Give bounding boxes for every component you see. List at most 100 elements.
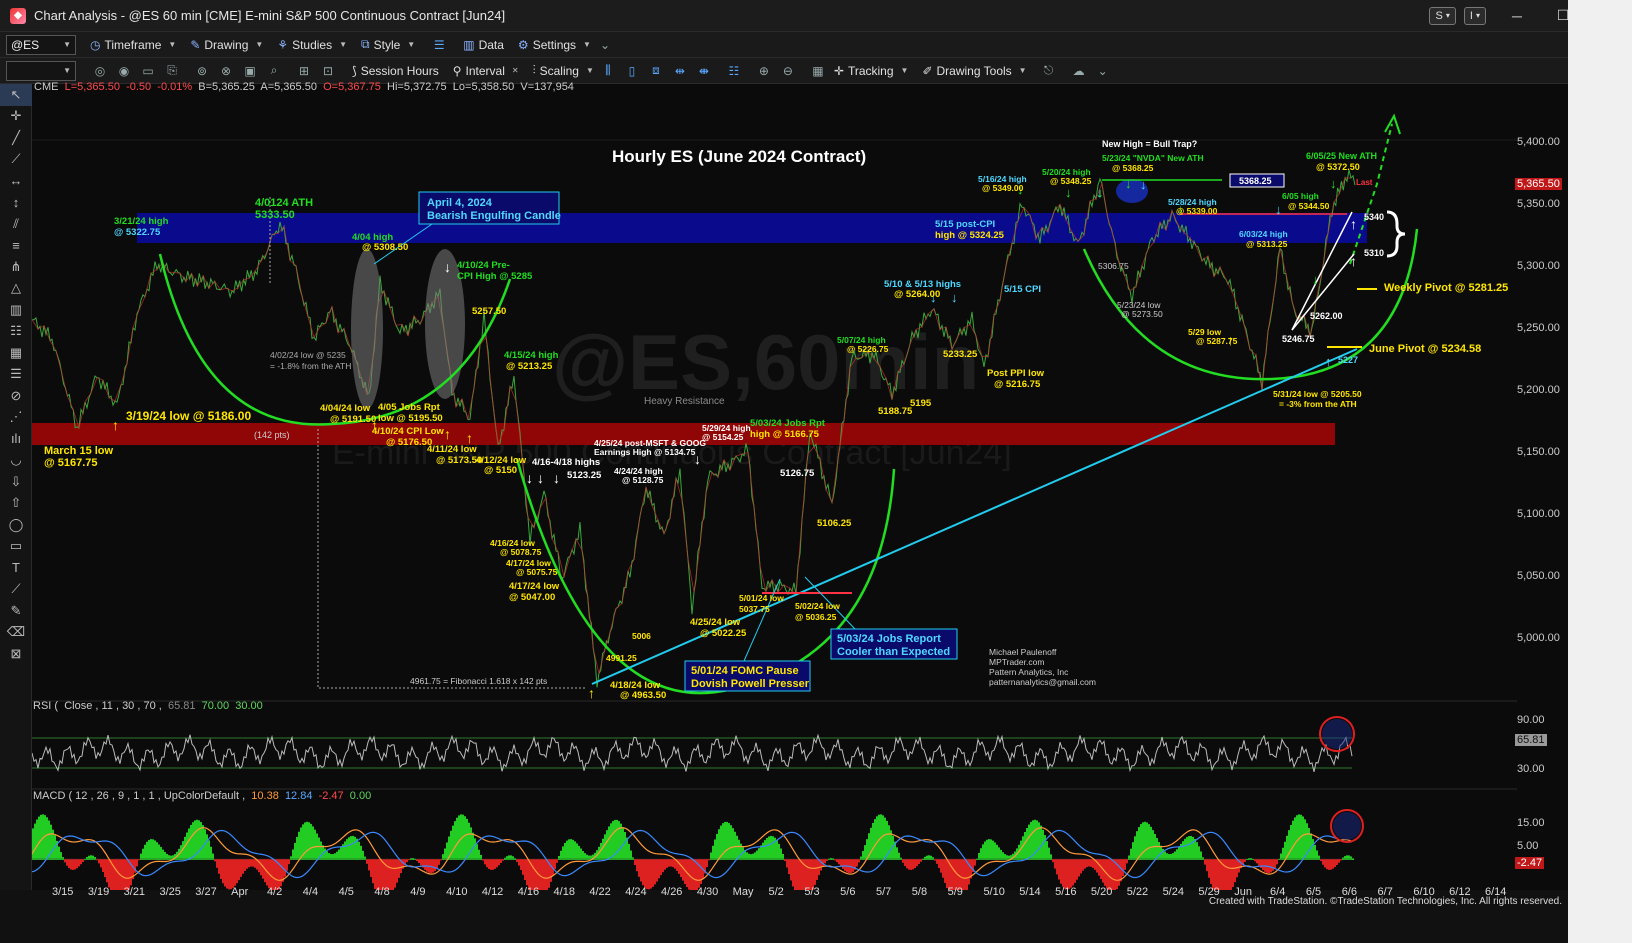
expand-icon[interactable]: ⇹ xyxy=(670,61,690,81)
arc-icon[interactable]: ◡ xyxy=(0,450,32,472)
time-axis[interactable]: 3/15 3/19 3/21 3/25 3/27 Apr 4/2 4/4 4/5 4/8 4/9 4/… xyxy=(0,886,1568,943)
zoom-out-icon[interactable]: ⊖ xyxy=(778,61,798,81)
macd-histogram-bar xyxy=(646,859,648,890)
macd-histogram-bar xyxy=(842,859,844,869)
pitchfork-icon[interactable]: ⋔ xyxy=(0,256,32,278)
list-icon[interactable]: ☰ xyxy=(0,364,32,386)
refresh-icon[interactable]: ◉ xyxy=(114,61,134,81)
channel-icon[interactable]: ⫽ xyxy=(0,213,32,235)
horizontal-line-icon[interactable]: ↔ xyxy=(0,170,32,192)
minimize-button[interactable]: ─ xyxy=(1494,0,1540,32)
ruler-icon[interactable]: ⟋ xyxy=(0,579,32,601)
macd-histogram-bar xyxy=(1138,827,1140,860)
i-menu-button[interactable]: I ▾ xyxy=(1463,6,1486,25)
chart-area[interactable]: @ES,60min E-mini S&P 500 Continuous Cont… xyxy=(31,84,1517,904)
macd-histogram-bar xyxy=(780,848,782,860)
edit-icon[interactable]: ✎ xyxy=(0,600,32,622)
overflow-icon[interactable]: ⌄ xyxy=(595,35,615,55)
svg-text:↓: ↓ xyxy=(1312,272,1319,287)
s-menu-button[interactable]: S ▾ xyxy=(1429,6,1456,25)
author-email: patternanalytics@gmail.com xyxy=(989,677,1096,687)
crosshair-grid-icon[interactable]: ▦ xyxy=(808,61,828,81)
macd-histogram-bar xyxy=(498,859,500,866)
text-icon[interactable]: T xyxy=(0,557,32,579)
macd-histogram-bar xyxy=(1186,837,1188,860)
scaling-menu[interactable]: ⫶ Scaling ▼ xyxy=(533,63,594,78)
zoom-in-icon[interactable]: ⊕ xyxy=(754,61,774,81)
crosshair-icon[interactable]: ✛ xyxy=(0,106,32,128)
eraser-icon[interactable]: ⌫ xyxy=(0,622,32,644)
macd-histogram-bar xyxy=(990,839,992,860)
target-icon[interactable]: ⊚ xyxy=(192,61,212,81)
symbol-input[interactable]: @ES ▼ xyxy=(6,34,76,55)
circle-icon[interactable]: ◎ xyxy=(90,61,110,81)
macd-histogram-bar xyxy=(470,827,472,860)
time-axis-label: 4/24 xyxy=(625,886,647,898)
compress-icon[interactable]: ⇼ xyxy=(694,61,714,81)
export-icon[interactable]: ⎋ xyxy=(1039,61,1059,81)
ann-142pts: (142 pts) xyxy=(254,430,290,440)
vertical-line-icon[interactable]: ↕ xyxy=(0,192,32,214)
sliders-icon[interactable]: ☷ xyxy=(0,321,32,343)
macd-histogram-bar xyxy=(1188,836,1190,860)
link-combo[interactable]: ▼ xyxy=(6,60,76,81)
copy-icon[interactable]: ⎘ xyxy=(162,61,182,81)
pin-icon[interactable]: ⊗ xyxy=(216,61,236,81)
macd-histogram-bar xyxy=(690,859,692,892)
studies-menu[interactable]: ⚘ Studies ▼ xyxy=(277,38,347,52)
frame-icon[interactable]: ⊡ xyxy=(318,61,338,81)
window-icon[interactable]: ▭ xyxy=(138,61,158,81)
rectangle-icon[interactable]: ▭ xyxy=(0,536,32,558)
fibonacci-icon[interactable]: ≡ xyxy=(0,235,32,257)
ellipse-icon[interactable]: ◯ xyxy=(0,514,32,536)
chart-canvas[interactable]: @ES,60min E-mini S&P 500 Continuous Cont… xyxy=(31,84,1517,904)
tracking-menu[interactable]: ✛ Tracking ▼ xyxy=(834,64,909,78)
overflow-icon[interactable]: ⌄ xyxy=(1093,61,1113,81)
cloud-icon[interactable]: ☁ xyxy=(1069,61,1089,81)
macd-histogram-bar xyxy=(792,859,794,887)
search-icon[interactable]: ⌕ xyxy=(264,61,284,81)
data-menu[interactable]: ▥ Data xyxy=(463,38,504,52)
ann-high-0507-val: @ 5226.75 xyxy=(847,344,889,354)
macd-histogram-bar xyxy=(500,859,502,863)
macd-histogram-bar xyxy=(604,834,606,860)
macd-histogram-bar xyxy=(496,859,498,868)
macd-histogram-bar xyxy=(1100,859,1102,880)
save-icon[interactable]: ▣ xyxy=(240,61,260,81)
bars-icon[interactable]: ⫼ xyxy=(598,61,618,81)
speed-lines-icon[interactable]: ⋰ xyxy=(0,407,32,429)
grid-icon[interactable]: ⊞ xyxy=(294,61,314,81)
pointer-icon[interactable]: ↖ xyxy=(0,84,32,106)
macd-histogram-bar xyxy=(418,859,420,864)
bars-tool-icon[interactable]: ▥ xyxy=(0,299,32,321)
interval-menu[interactable]: ⚲ Interval ✕ xyxy=(453,64,519,78)
wave-icon[interactable]: ılı xyxy=(0,428,32,450)
gann-icon[interactable]: ⊘ xyxy=(0,385,32,407)
drawing-tools-menu[interactable]: ✐ Drawing Tools ▼ xyxy=(922,64,1026,78)
trendline-icon[interactable]: ╱ xyxy=(0,127,32,149)
drawing-menu[interactable]: ✎ Drawing ▼ xyxy=(190,38,263,52)
macd-histogram-bar xyxy=(148,839,150,860)
settings-menu[interactable]: ⚙ Settings ▼ xyxy=(518,38,591,52)
timeframe-menu[interactable]: ◷ Timeframe ▼ xyxy=(90,38,176,52)
macd-histogram-bar xyxy=(152,839,154,860)
ray-icon[interactable]: ⟋ xyxy=(0,149,32,171)
layout-icon[interactable]: ☰ xyxy=(429,35,449,55)
arrow-down-icon[interactable]: ⇩ xyxy=(0,471,32,493)
grid-tool-icon[interactable]: ▦ xyxy=(0,342,32,364)
macd-histogram-bar xyxy=(310,823,312,860)
stack-icon[interactable]: ☷ xyxy=(724,61,744,81)
arrow-up-icon[interactable]: ⇧ xyxy=(0,493,32,515)
price-axis[interactable]: 5,400.00 5,350.00 5,365.50 5,300.00 5,25… xyxy=(1515,84,1568,890)
style-menu[interactable]: ⧉ Style ▼ xyxy=(361,37,415,52)
candles-icon[interactable]: ▯ xyxy=(622,61,642,81)
lock-icon[interactable]: ⊠ xyxy=(0,643,32,665)
macd-histogram-bar xyxy=(628,843,630,860)
triangle-icon[interactable]: △ xyxy=(0,278,32,300)
macd-histogram-bar xyxy=(564,842,566,860)
ath-label: 4/0124 ATH xyxy=(255,197,313,209)
macd-histogram-bar xyxy=(396,859,398,883)
session-hours-menu[interactable]: ⟆ Session Hours xyxy=(352,64,439,78)
columns-icon[interactable]: ⧈ xyxy=(646,61,666,81)
rsi-label: RSI ( xyxy=(33,700,59,712)
